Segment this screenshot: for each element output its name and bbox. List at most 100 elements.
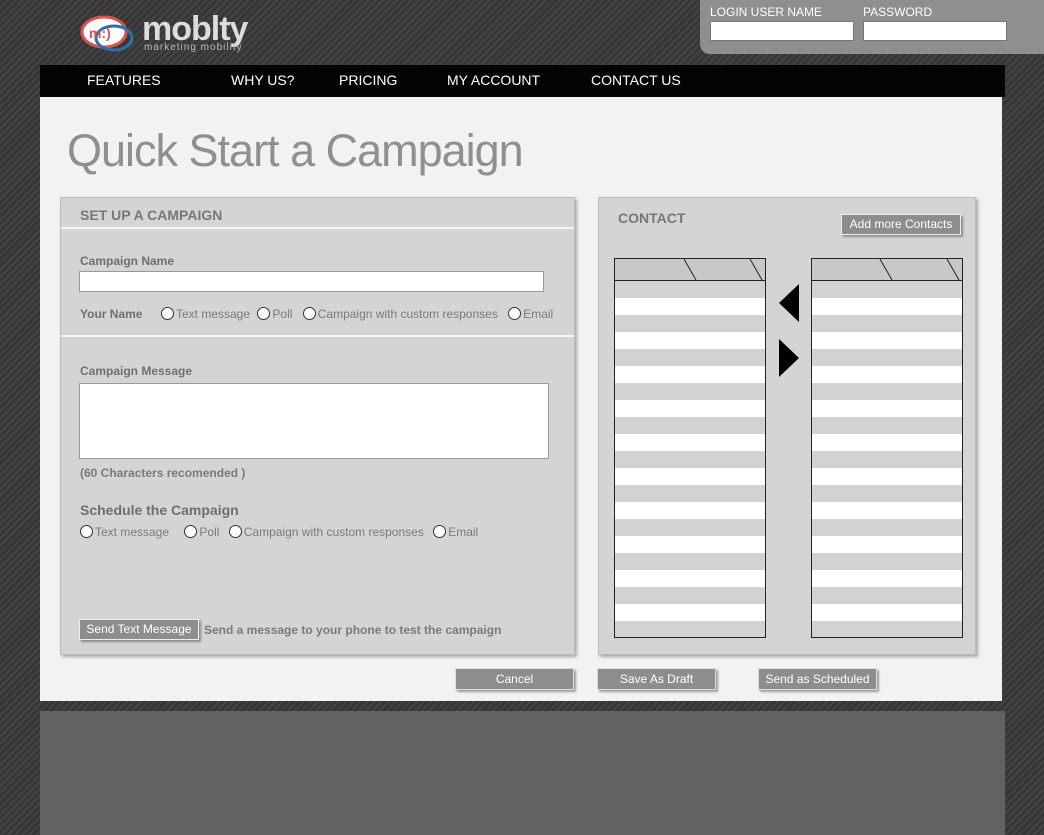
table-row[interactable] xyxy=(812,332,962,349)
table-row[interactable] xyxy=(812,298,962,315)
option-label: Campaign with custom responses xyxy=(317,307,498,321)
table-body xyxy=(614,280,766,638)
table-row[interactable] xyxy=(615,383,765,400)
main-content: Quick Start a Campaign SET UP A CAMPAIGN… xyxy=(40,97,1002,701)
send-as-scheduled-button[interactable]: Send as Scheduled xyxy=(758,668,877,690)
radio-icon[interactable] xyxy=(161,307,174,320)
nav-contact-us[interactable]: CONTACT US xyxy=(591,72,681,88)
setup-heading: SET UP A CAMPAIGN xyxy=(80,207,223,223)
table-row[interactable] xyxy=(812,536,962,553)
radio-icon[interactable] xyxy=(80,525,93,538)
cancel-button[interactable]: Cancel xyxy=(455,668,574,690)
nav-my-account[interactable]: MY ACCOUNT xyxy=(447,72,540,88)
arrow-right-icon[interactable] xyxy=(779,339,799,377)
type-option-email[interactable]: Email xyxy=(508,307,553,321)
table-row[interactable] xyxy=(812,383,962,400)
table-row[interactable] xyxy=(615,281,765,298)
campaign-message-textarea[interactable] xyxy=(79,383,549,459)
table-row[interactable] xyxy=(615,332,765,349)
save-as-draft-button[interactable]: Save As Draft xyxy=(597,668,716,690)
table-row[interactable] xyxy=(615,485,765,502)
radio-icon[interactable] xyxy=(433,525,447,538)
brand-logo[interactable]: m:) moblty marketing mobility xyxy=(80,10,270,56)
schedule-option-poll[interactable]: Poll xyxy=(184,525,219,539)
table-row[interactable] xyxy=(812,366,962,383)
radio-icon[interactable] xyxy=(228,525,242,538)
table-row[interactable] xyxy=(615,604,765,621)
table-body xyxy=(811,280,963,638)
schedule-radio-group: Text message Poll Campaign with custom r… xyxy=(80,525,478,539)
campaign-type-radio-group: Text message Poll Campaign with custom r… xyxy=(161,307,553,321)
radio-icon[interactable] xyxy=(257,307,271,320)
selected-contacts-table xyxy=(811,258,963,638)
table-row[interactable] xyxy=(615,570,765,587)
table-row[interactable] xyxy=(615,315,765,332)
nav-pricing[interactable]: PRICING xyxy=(339,72,397,88)
login-panel: LOGIN USER NAME PASSWORD xyxy=(700,0,1044,54)
table-row[interactable] xyxy=(812,587,962,604)
main-nav: FEATURES WHY US? PRICING MY ACCOUNT CONT… xyxy=(40,65,1005,97)
option-label: Text message xyxy=(95,525,170,539)
your-name-label: Your Name xyxy=(80,307,143,321)
send-text-message-button[interactable]: Send Text Message xyxy=(79,619,199,640)
table-row[interactable] xyxy=(615,400,765,417)
table-row[interactable] xyxy=(615,519,765,536)
setup-campaign-panel: SET UP A CAMPAIGN Campaign Name Your Nam… xyxy=(60,197,575,655)
table-row[interactable] xyxy=(615,451,765,468)
campaign-name-input[interactable] xyxy=(79,271,544,292)
schedule-label: Schedule the Campaign xyxy=(80,502,239,518)
page-title: Quick Start a Campaign xyxy=(67,125,524,176)
schedule-option-email[interactable]: Email xyxy=(433,525,478,539)
table-row[interactable] xyxy=(812,417,962,434)
type-option-poll[interactable]: Poll xyxy=(257,307,292,321)
table-row[interactable] xyxy=(615,366,765,383)
option-label: Poll xyxy=(199,525,220,539)
divider xyxy=(61,335,574,337)
table-row[interactable] xyxy=(812,315,962,332)
table-row[interactable] xyxy=(812,434,962,451)
username-input[interactable] xyxy=(710,21,854,41)
table-row[interactable] xyxy=(812,468,962,485)
type-option-text-message[interactable]: Text message xyxy=(161,307,250,321)
nav-why-us[interactable]: WHY US? xyxy=(231,72,295,88)
table-row[interactable] xyxy=(812,502,962,519)
table-row[interactable] xyxy=(615,349,765,366)
table-row[interactable] xyxy=(615,468,765,485)
schedule-option-text-message[interactable]: Text message xyxy=(80,525,169,539)
table-row[interactable] xyxy=(615,553,765,570)
table-header xyxy=(811,258,963,280)
table-row[interactable] xyxy=(615,587,765,604)
table-row[interactable] xyxy=(615,621,765,637)
add-more-contacts-button[interactable]: Add more Contacts xyxy=(841,214,961,235)
table-header xyxy=(614,258,766,280)
table-row[interactable] xyxy=(615,298,765,315)
option-label: Campaign with custom responses xyxy=(243,525,424,539)
type-option-custom-responses[interactable]: Campaign with custom responses xyxy=(302,307,498,321)
radio-icon[interactable] xyxy=(184,525,198,538)
table-row[interactable] xyxy=(615,536,765,553)
table-row[interactable] xyxy=(615,417,765,434)
arrow-left-icon[interactable] xyxy=(779,284,799,322)
table-row[interactable] xyxy=(812,621,962,637)
logo-mark-text: m:) xyxy=(89,25,111,41)
table-row[interactable] xyxy=(812,570,962,587)
radio-icon[interactable] xyxy=(508,307,522,320)
nav-features[interactable]: FEATURES xyxy=(87,72,161,88)
schedule-option-custom-responses[interactable]: Campaign with custom responses xyxy=(228,525,424,539)
table-row[interactable] xyxy=(812,400,962,417)
table-row[interactable] xyxy=(812,519,962,536)
table-row[interactable] xyxy=(615,434,765,451)
send-test-note: Send a message to your phone to test the… xyxy=(204,623,502,637)
table-row[interactable] xyxy=(812,485,962,502)
table-row[interactable] xyxy=(615,502,765,519)
table-row[interactable] xyxy=(812,451,962,468)
table-row[interactable] xyxy=(812,553,962,570)
brand-tagline: marketing mobility xyxy=(144,42,243,53)
table-row[interactable] xyxy=(812,349,962,366)
table-row[interactable] xyxy=(812,281,962,298)
password-input[interactable] xyxy=(863,21,1007,41)
table-row[interactable] xyxy=(812,604,962,621)
radio-icon[interactable] xyxy=(302,307,316,320)
available-contacts-table xyxy=(614,258,766,638)
logo-mark-icon: m:) xyxy=(80,15,134,52)
